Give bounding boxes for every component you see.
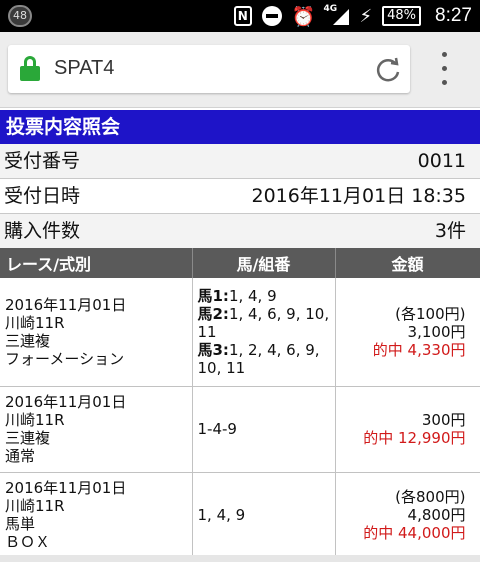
purchase-count-label: 購入件数 <box>4 220 81 242</box>
race-venue: 川崎11R <box>5 411 65 429</box>
address-bar[interactable]: SPAT4 <box>8 45 410 93</box>
bet-method: 通常 <box>5 447 36 465</box>
race-cell: 2016年11月01日 川崎11R 馬単 ＢＯＸ <box>0 472 193 559</box>
secure-lock-icon <box>20 56 40 82</box>
amount-cell: (各800円) 4,800円 的中 44,000円 <box>335 472 480 559</box>
notification-count-badge: 48 <box>8 5 32 27</box>
hit-payout: 的中 12,990円 <box>363 429 466 447</box>
do-not-disturb-icon <box>261 6 282 26</box>
horse-3-line: 馬3:1, 2, 4, 6, 9, 10, 11 <box>198 341 330 377</box>
battery-icon: 48% <box>382 6 422 26</box>
race-date: 2016年11月01日 <box>5 479 127 497</box>
race-date: 2016年11月01日 <box>5 295 127 314</box>
alarm-clock-icon: ⏰ <box>291 5 316 28</box>
horse-3-label: 馬3: <box>197 340 229 359</box>
receipt-number-row: 受付番号 0011 <box>0 144 480 179</box>
header-race-type: レース/式別 <box>0 248 193 278</box>
purchase-count-row: 購入件数 3件 <box>0 214 480 249</box>
amount-total: 4,800円 <box>407 506 466 524</box>
hit-payout: 的中 44,000円 <box>363 524 466 542</box>
purchase-count-value: 3件 <box>434 220 466 242</box>
race-cell: 2016年11月01日 川崎11R 三連複 通常 <box>0 386 193 473</box>
race-date: 2016年11月01日 <box>5 393 127 411</box>
amount-each: (各800円) <box>395 488 466 506</box>
amount-each: (各100円) <box>395 304 466 323</box>
nfc-icon: N <box>233 6 252 26</box>
receipt-number-value: 0011 <box>417 150 466 172</box>
table-row: 2016年11月01日 川崎11R 三連複 通常 1-4-9 300円 的中 1… <box>0 386 480 473</box>
charging-bolt-icon: ⚡ <box>359 5 373 27</box>
page-bottom-edge <box>0 555 480 562</box>
status-bar: 48 N ⏰ 4G ⚡ 48% 8:27 <box>0 0 480 32</box>
receipt-datetime-label: 受付日時 <box>4 185 81 207</box>
table-row: 2016年11月01日 川崎11R 三連複 フォーメーション 馬1:1, 4, … <box>0 278 480 387</box>
bet-method: ＢＯＸ <box>5 533 51 551</box>
clock-time: 8:27 <box>435 5 472 26</box>
race-cell: 2016年11月01日 川崎11R 三連複 フォーメーション <box>0 278 193 387</box>
url-text[interactable]: SPAT4 <box>54 57 114 80</box>
receipt-number-label: 受付番号 <box>4 150 81 172</box>
cell-signal-icon: 4G <box>323 4 350 27</box>
horse-cell: 馬1:1, 4, 9 馬2:1, 4, 6, 9, 10, 11 馬3:1, 2… <box>192 278 336 387</box>
amount-cell: 300円 的中 12,990円 <box>335 386 480 473</box>
horse-2-label: 馬2: <box>197 304 229 323</box>
hit-payout: 的中 4,330円 <box>372 340 466 359</box>
combo-cell: 1-4-9 <box>192 386 336 473</box>
bet-type: 三連複 <box>5 331 51 350</box>
page-title: 投票内容照会 <box>0 110 480 144</box>
amount-total: 3,100円 <box>407 322 466 341</box>
horse-1-line: 馬1:1, 4, 9 <box>198 287 330 305</box>
receipt-datetime-row: 受付日時 2016年11月01日 18:35 <box>0 179 480 214</box>
browser-toolbar: SPAT4 <box>0 32 480 108</box>
bet-method: フォーメーション <box>5 349 125 368</box>
bets-table: レース/式別 馬/組番 金額 2016年11月01日 川崎11R 三連複 フォー… <box>0 248 480 559</box>
header-horse-combo: 馬/組番 <box>192 248 336 278</box>
race-venue: 川崎11R <box>5 497 65 515</box>
receipt-datetime-value: 2016年11月01日 18:35 <box>251 185 466 207</box>
table-row: 2016年11月01日 川崎11R 馬単 ＢＯＸ 1, 4, 9 (各800円)… <box>0 472 480 559</box>
browser-menu-icon[interactable] <box>432 52 456 88</box>
bet-type: 三連複 <box>5 429 51 447</box>
amount-cell: (各100円) 3,100円 的中 4,330円 <box>335 278 480 387</box>
bet-type: 馬単 <box>5 515 36 533</box>
reload-icon[interactable] <box>372 54 404 86</box>
combo-cell: 1, 4, 9 <box>192 472 336 559</box>
table-header-row: レース/式別 馬/組番 金額 <box>0 248 480 278</box>
horse-2-line: 馬2:1, 4, 6, 9, 10, 11 <box>198 305 330 341</box>
header-amount: 金額 <box>335 248 480 278</box>
status-icons: N ⏰ 4G ⚡ 48% 8:27 <box>233 0 472 32</box>
horse-1-value: 1, 4, 9 <box>228 286 277 305</box>
horse-1-label: 馬1: <box>197 286 229 305</box>
race-venue: 川崎11R <box>5 313 65 332</box>
amount-total: 300円 <box>421 411 466 429</box>
